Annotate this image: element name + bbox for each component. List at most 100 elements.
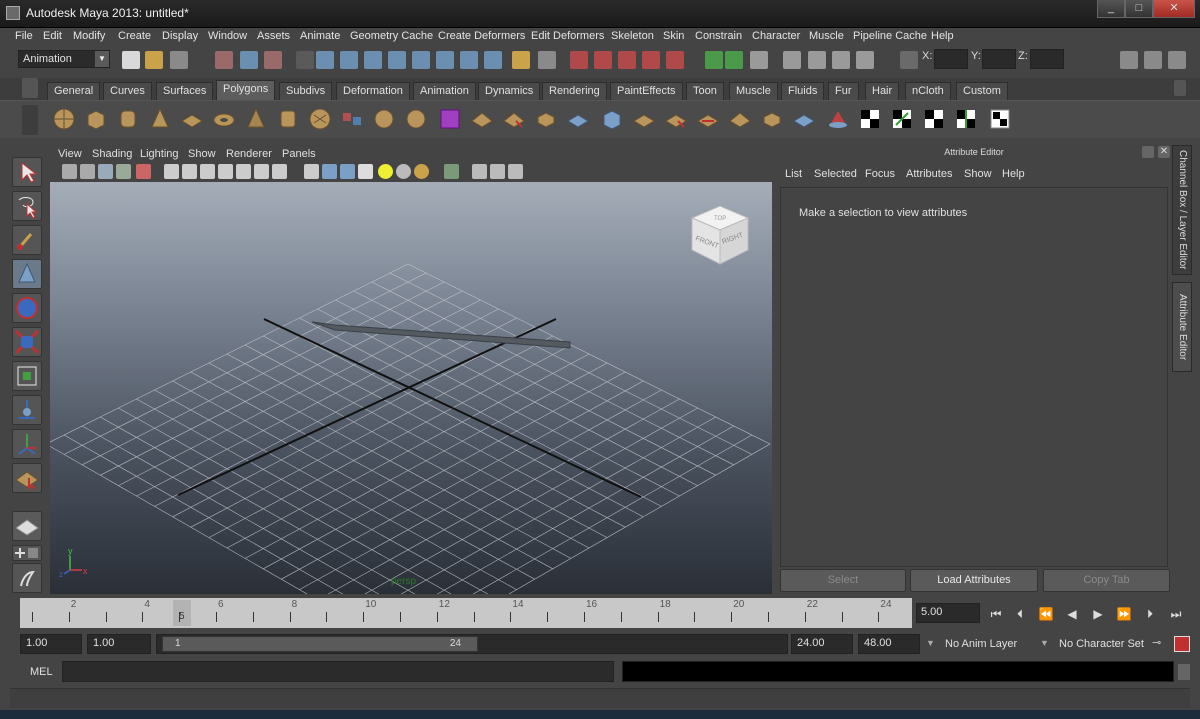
load-attributes-button[interactable]: Load Attributes	[910, 569, 1038, 592]
animation-start-field[interactable]: 1.00	[20, 634, 82, 654]
menu-pipeline-cache[interactable]: Pipeline Cache	[853, 30, 927, 42]
menu-skin[interactable]: Skin	[663, 30, 684, 42]
merge-vertices-icon[interactable]	[760, 107, 784, 131]
menu-skeleton[interactable]: Skeleton	[611, 30, 654, 42]
unfold-uv-icon[interactable]	[890, 107, 914, 131]
two-d-pan-zoom-icon[interactable]	[136, 164, 151, 179]
tab-deformation[interactable]: Deformation	[336, 82, 410, 100]
tab-ncloth[interactable]: nCloth	[905, 82, 951, 100]
attr-menu-list[interactable]: List	[785, 168, 802, 180]
gate-mask-icon[interactable]	[218, 164, 233, 179]
tool-settings-icon[interactable]	[783, 51, 801, 69]
menu-set-dropdown[interactable]: Animation ▼	[18, 50, 110, 68]
menu-window[interactable]: Window	[208, 30, 247, 42]
step-back-frame-icon[interactable]: ⏴	[1010, 604, 1030, 624]
extrude-icon[interactable]	[534, 107, 558, 131]
character-set-dropdown[interactable]: No Character Set	[1059, 638, 1144, 650]
tab-surfaces[interactable]: Surfaces	[156, 82, 214, 100]
tool-settings-toggle-icon[interactable]	[1144, 51, 1162, 69]
channel-box-icon[interactable]	[832, 51, 850, 69]
copy-tab-button[interactable]: Copy Tab	[1043, 569, 1170, 592]
viewport-menu-view[interactable]: View	[58, 148, 82, 160]
cut-uv-icon[interactable]	[954, 107, 978, 131]
safe-action-icon[interactable]	[254, 164, 269, 179]
poly-cone-icon[interactable]	[148, 107, 172, 131]
tab-animation[interactable]: Animation	[413, 82, 476, 100]
menu-file[interactable]: File	[15, 30, 33, 42]
outliner-layout-icon[interactable]	[12, 563, 42, 593]
render-settings-icon[interactable]	[666, 51, 684, 69]
snap-point-icon[interactable]	[364, 51, 382, 69]
menu-edit[interactable]: Edit	[43, 30, 62, 42]
tab-fluids[interactable]: Fluids	[781, 82, 825, 100]
outliner-icon[interactable]	[808, 51, 826, 69]
render-icon[interactable]	[618, 51, 636, 69]
menu-create-deformers[interactable]: Create Deformers	[438, 30, 525, 42]
tab-dynamics[interactable]: Dynamics	[478, 82, 541, 100]
extract-icon[interactable]	[404, 107, 428, 131]
bookmarks-icon[interactable]	[98, 164, 113, 179]
poly-cylinder-icon[interactable]	[116, 107, 140, 131]
shelf-scroll-icon[interactable]	[22, 105, 38, 135]
film-gate-icon[interactable]	[182, 164, 197, 179]
wireframe-icon[interactable]	[304, 164, 319, 179]
tab-polygons[interactable]: Polygons	[216, 80, 276, 100]
snap-surface-icon[interactable]	[412, 51, 430, 69]
viewcube[interactable]: TOP FRONT RIGHT	[686, 200, 756, 270]
construction-history-icon[interactable]	[570, 51, 588, 69]
y-field[interactable]	[982, 49, 1016, 69]
animation-preferences-icon[interactable]	[1174, 636, 1190, 652]
shadows-icon[interactable]	[396, 164, 411, 179]
xray-components-icon[interactable]	[508, 164, 523, 179]
last-tool-used-icon[interactable]	[12, 463, 42, 493]
poly-plane-icon[interactable]	[180, 107, 204, 131]
play-forwards-icon[interactable]: ▶	[1088, 604, 1108, 624]
layer-editor-icon[interactable]	[856, 51, 874, 69]
go-to-start-icon[interactable]: ⏮	[986, 604, 1006, 624]
playback-end-field[interactable]: 24.00	[791, 634, 853, 654]
select-hierarchy-icon[interactable]	[215, 51, 233, 69]
xray-icon[interactable]	[472, 164, 487, 179]
menu-help[interactable]: Help	[931, 30, 954, 42]
universal-manipulator-icon[interactable]	[12, 361, 42, 391]
attribute-editor-toggle-icon[interactable]	[750, 51, 768, 69]
close-panel-icon[interactable]: ✕	[1158, 146, 1170, 158]
lock-icon[interactable]	[512, 51, 530, 69]
poly-torus-icon[interactable]	[212, 107, 236, 131]
viewport-menu-lighting[interactable]: Lighting	[140, 148, 179, 160]
sew-uv-icon[interactable]	[988, 107, 1012, 131]
tab-toon[interactable]: Toon	[686, 82, 724, 100]
time-slider[interactable]: 5 2 4 6 8 10 12 14 16 18 20 22 24	[20, 598, 912, 628]
poly-prism-icon[interactable]	[244, 107, 268, 131]
transform-mode-icon[interactable]	[900, 51, 918, 69]
append-polygon-icon[interactable]	[600, 107, 624, 131]
minimize-button[interactable]: _	[1097, 0, 1125, 18]
menu-character[interactable]: Character	[752, 30, 800, 42]
viewport-menu-renderer[interactable]: Renderer	[226, 148, 272, 160]
pencil-mesh[interactable]	[311, 321, 571, 349]
camera-attributes-icon[interactable]	[80, 164, 95, 179]
lasso-tool-icon[interactable]	[12, 191, 42, 221]
field-chart-icon[interactable]	[236, 164, 251, 179]
step-forward-frame-icon[interactable]: ⏵	[1140, 604, 1160, 624]
menu-geometry-cache[interactable]: Geometry Cache	[350, 30, 433, 42]
current-time-field[interactable]: 5.00	[916, 603, 980, 623]
resolution-gate-icon[interactable]	[200, 164, 215, 179]
select-tool-icon[interactable]	[12, 157, 42, 187]
menu-create[interactable]: Create	[118, 30, 151, 42]
tab-general[interactable]: General	[47, 82, 101, 100]
planar-mapping-icon[interactable]	[792, 107, 816, 131]
wireframe-on-shaded-icon[interactable]	[340, 164, 355, 179]
scale-tool-icon[interactable]	[12, 327, 42, 357]
tab-curves[interactable]: Curves	[103, 82, 152, 100]
lock-selection-icon[interactable]	[296, 51, 314, 69]
viewport-menu-show[interactable]: Show	[188, 148, 216, 160]
menu-muscle[interactable]: Muscle	[809, 30, 844, 42]
input-output-icon[interactable]	[538, 51, 556, 69]
move-tool-icon[interactable]	[12, 259, 42, 289]
layout-uv-icon[interactable]	[922, 107, 946, 131]
attr-menu-focus[interactable]: Focus	[865, 168, 895, 180]
poly-cube-icon[interactable]	[84, 107, 108, 131]
paint-select-tool-icon[interactable]	[12, 225, 42, 255]
show-manipulator-icon[interactable]	[12, 429, 42, 459]
